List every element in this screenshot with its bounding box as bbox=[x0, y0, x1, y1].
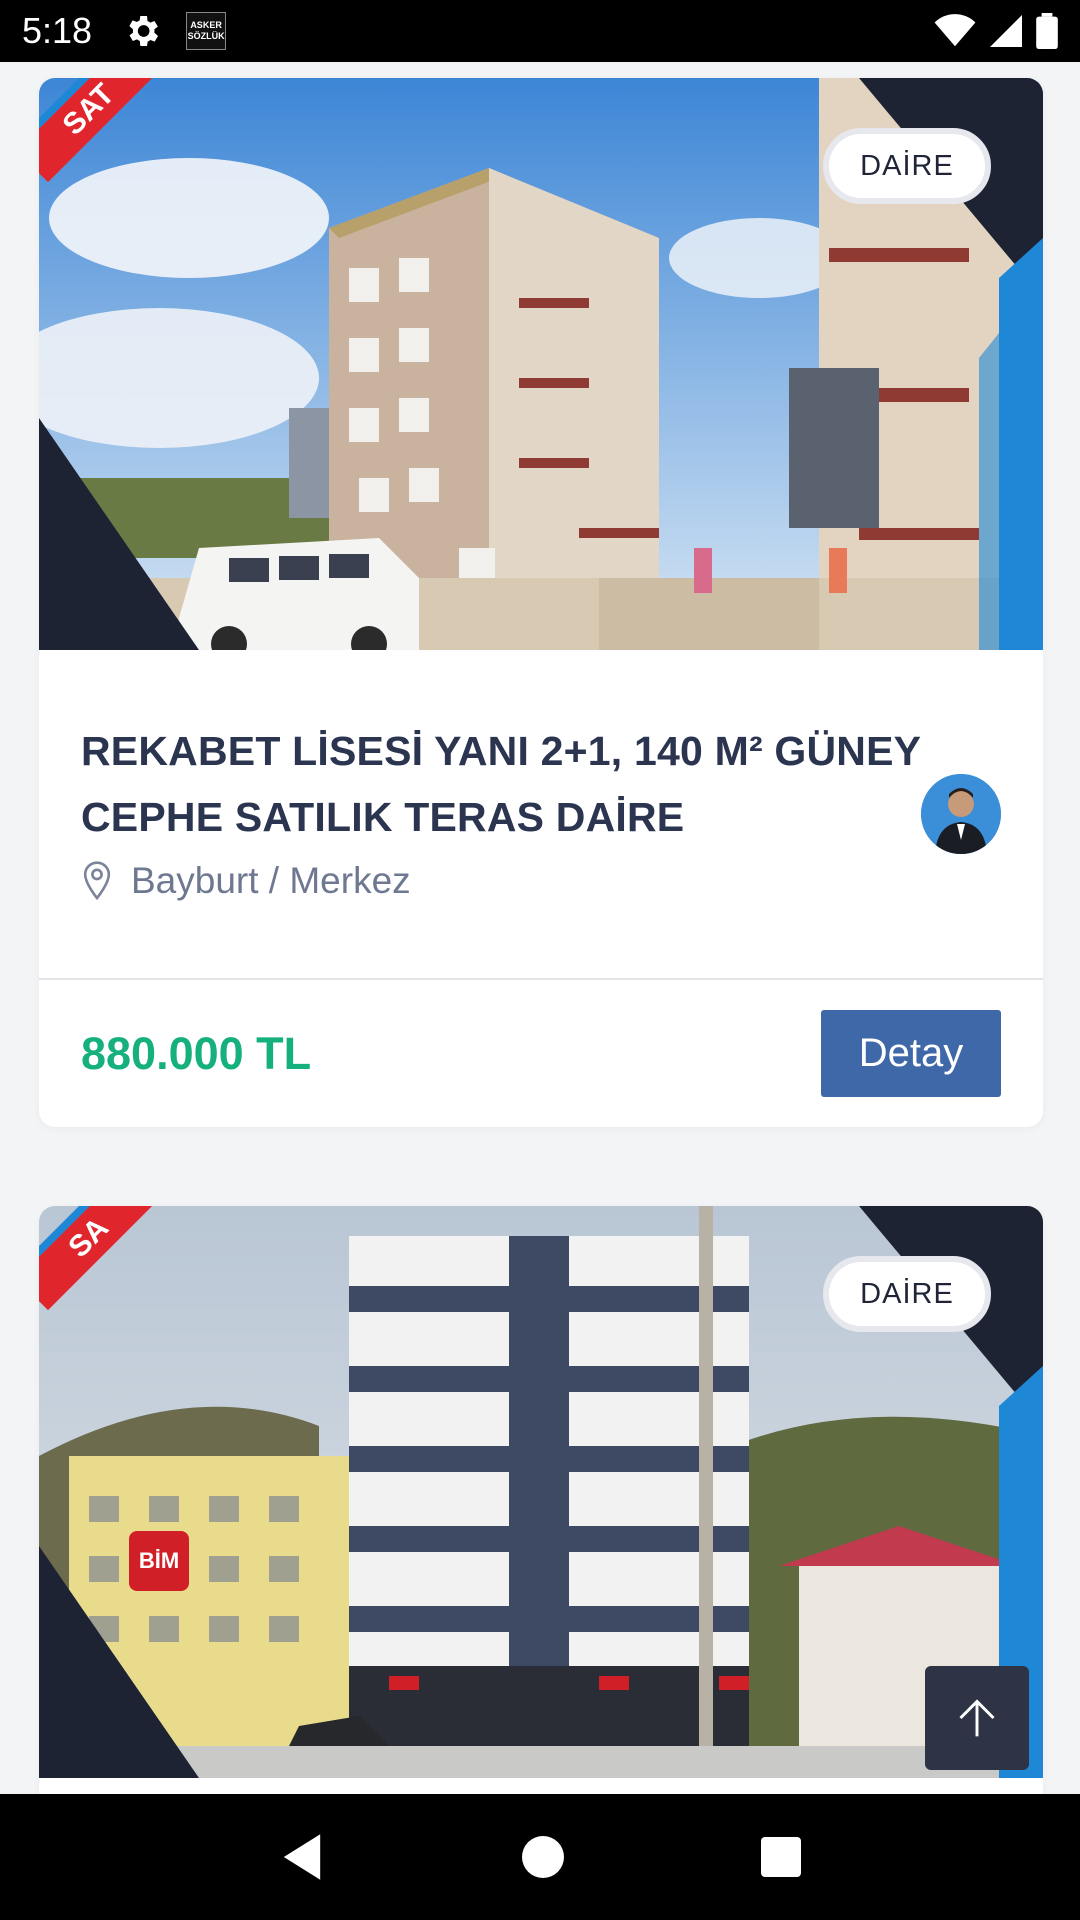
category-badge: DAİRE bbox=[823, 1256, 991, 1332]
status-time: 5:18 bbox=[22, 10, 93, 51]
app-badge-line1: ASKER bbox=[190, 20, 222, 30]
gear-icon bbox=[129, 16, 159, 46]
listing-price: 880.000 TL bbox=[81, 1027, 312, 1079]
status-bar: 5:18 ASKER SÖZLÜK bbox=[0, 0, 1080, 62]
wifi-icon bbox=[934, 14, 976, 47]
signal-icon bbox=[990, 15, 1022, 47]
location-row: Bayburt / Merkez bbox=[81, 860, 1001, 902]
map-pin-icon bbox=[83, 861, 111, 901]
listing-card[interactable]: SAT DAİRE REKABET LİSESİ YANI 2+1, 140 M… bbox=[39, 78, 1043, 1127]
location-text: Bayburt / Merkez bbox=[131, 860, 411, 901]
home-icon[interactable] bbox=[521, 1836, 564, 1878]
back-icon[interactable] bbox=[279, 1832, 325, 1882]
listing-photo[interactable]: BİM SA DAİRE bbox=[39, 1206, 1043, 1778]
category-badge: DAİRE bbox=[823, 128, 991, 204]
store-sign: BİM bbox=[139, 1548, 179, 1573]
app-notification-icon: ASKER SÖZLÜK bbox=[186, 12, 227, 50]
agent-avatar[interactable] bbox=[921, 774, 1001, 854]
listing-card[interactable]: BİM SA DAİRE bbox=[39, 1206, 1043, 1794]
listing-feed[interactable]: SAT DAİRE REKABET LİSESİ YANI 2+1, 140 M… bbox=[0, 62, 1080, 1794]
recents-icon[interactable] bbox=[761, 1837, 802, 1877]
listing-footer: 880.000 TL Detay bbox=[39, 980, 1043, 1127]
listing-title[interactable]: REKABET LİSESİ YANI 2+1, 140 M² GÜNEY CE… bbox=[81, 718, 921, 850]
arrow-up-icon bbox=[959, 1699, 995, 1737]
listing-info: REKABET LİSESİ YANI 2+1, 140 M² GÜNEY CE… bbox=[39, 650, 1043, 980]
system-navigation-bar bbox=[0, 1794, 1080, 1920]
listing-photo[interactable]: SAT DAİRE bbox=[39, 78, 1043, 650]
scroll-to-top-button[interactable] bbox=[925, 1666, 1029, 1770]
detail-button[interactable]: Detay bbox=[821, 1010, 1001, 1097]
battery-icon bbox=[1036, 13, 1058, 49]
person-icon bbox=[921, 774, 1001, 854]
app-badge-line2: SÖZLÜK bbox=[187, 31, 225, 41]
